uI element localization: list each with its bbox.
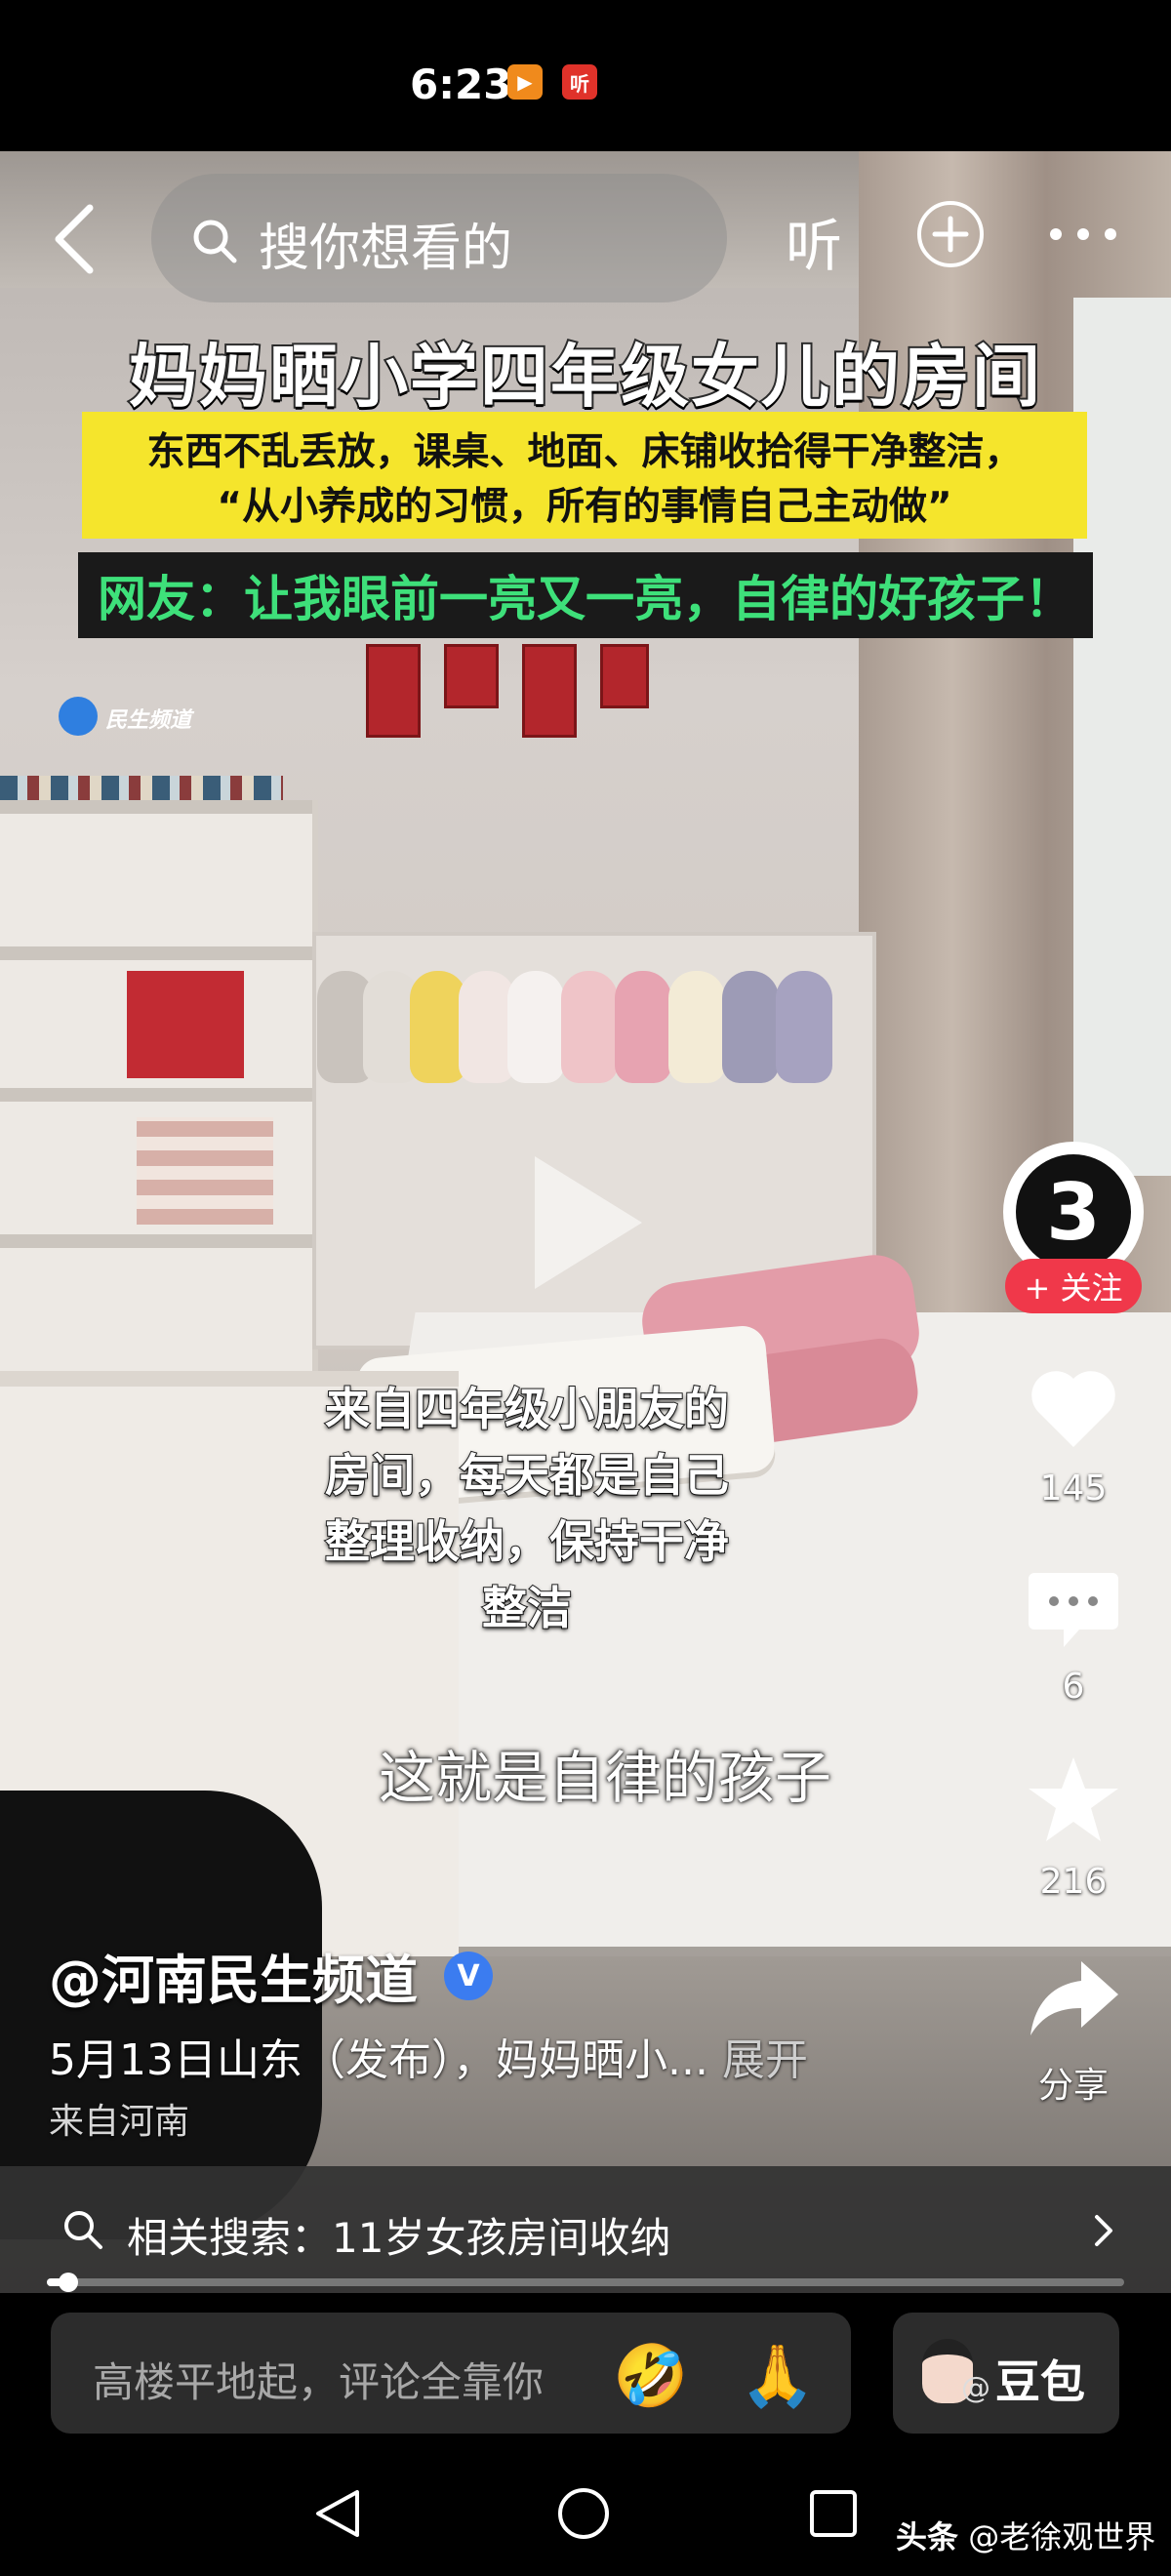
watermark: 头条 @老徐观世界 — [896, 2513, 1155, 2557]
wall-poster — [522, 644, 577, 738]
caption-line: 房间，每天都是自己 — [324, 1448, 730, 1503]
plush-toy — [722, 971, 779, 1083]
video-caption: 来自四年级小朋友的 房间，每天都是自己 整理收纳，保持干净 整洁 — [254, 1376, 800, 1641]
listen-button[interactable]: 听 — [786, 200, 842, 282]
progress-thumb[interactable] — [59, 2273, 79, 2292]
channel-logo-text: 民生频道 — [105, 708, 192, 733]
search-icon — [190, 217, 239, 269]
window — [1073, 298, 1171, 1176]
follow-button[interactable]: + 关注 — [1005, 1259, 1142, 1313]
shelf-board — [0, 1234, 312, 1248]
video-subtitle: 这就是自律的孩子 — [378, 1745, 831, 1811]
nav-back-button[interactable] — [310, 2486, 365, 2545]
video-app-icon: ▶ — [507, 64, 543, 100]
star-icon — [1029, 1757, 1118, 1841]
author-name[interactable]: @河南民生频道 — [49, 1937, 418, 2014]
progress-track[interactable] — [47, 2278, 1124, 2286]
plush-toy — [615, 971, 671, 1083]
related-search-text: 相关搜索：11岁女孩房间收纳 — [127, 2214, 671, 2262]
video-description[interactable]: 5月13日山东（发布），妈妈晒小... 展开 — [49, 2025, 808, 2087]
nav-recents-button[interactable] — [808, 2488, 859, 2543]
shelf-board — [0, 800, 312, 814]
chevron-left-icon — [55, 204, 94, 274]
watermark-account: @老徐观世界 — [968, 2518, 1156, 2556]
like-count: 145 — [1039, 1469, 1108, 1509]
subtitle-line: 东西不乱丢放，课桌、地面、床铺收拾得干净整洁， — [146, 430, 1023, 474]
search-placeholder: 搜你想看的 — [259, 220, 513, 278]
subtitle-line: “从小养成的习惯，所有的事情自己主动做” — [217, 485, 952, 529]
comment-count: 6 — [1062, 1667, 1085, 1707]
wall-poster — [444, 644, 499, 708]
chevron-right-icon — [1089, 2211, 1118, 2254]
doubao-label: 豆包 — [995, 2355, 1085, 2408]
triangle-back-icon — [316, 2490, 359, 2537]
channel-logo-icon — [59, 697, 98, 736]
shelf-board — [0, 946, 312, 960]
shelf-board — [0, 1088, 312, 1102]
pray-emoji-icon[interactable]: 🙏 — [740, 2340, 815, 2412]
comment-bubble-icon — [1029, 1573, 1118, 1647]
share-arrow-icon — [1030, 1961, 1118, 2035]
play-icon[interactable] — [535, 1156, 642, 1289]
comment-placeholder: 高楼平地起，评论全靠你 — [93, 2358, 545, 2406]
location-label: 来自河南 — [49, 2102, 190, 2142]
circle-home-icon — [558, 2488, 609, 2539]
plush-toy — [776, 971, 832, 1083]
expand-button[interactable]: 展开 — [722, 2035, 808, 2085]
favorite-count: 216 — [1039, 1862, 1108, 1902]
plush-toy — [561, 971, 618, 1083]
laughing-emoji-icon[interactable]: 🤣 — [613, 2340, 688, 2412]
status-time: 6:23 — [410, 60, 512, 108]
more-dots-icon — [1050, 228, 1116, 240]
shelf-storage — [137, 1117, 273, 1225]
wall-poster — [600, 644, 649, 708]
caption-line: 来自四年级小朋友的 — [324, 1382, 730, 1436]
plush-toy — [507, 971, 564, 1083]
search-icon — [61, 2207, 105, 2256]
favorite-button[interactable] — [1025, 1751, 1122, 1849]
wall-poster — [366, 644, 421, 738]
comment-button[interactable] — [1025, 1561, 1122, 1659]
like-button[interactable] — [1025, 1361, 1122, 1459]
plus-icon — [932, 216, 969, 253]
back-button[interactable] — [49, 200, 107, 278]
doubao-at-sign: @ — [961, 2371, 990, 2405]
description-text: 5月13日山东（发布），妈妈晒小... — [49, 2035, 708, 2085]
plush-toy — [668, 971, 725, 1083]
avatar-logo: 3 — [1016, 1154, 1131, 1269]
red-box — [127, 971, 244, 1078]
caption-line: 整洁 — [481, 1581, 573, 1635]
share-label: 分享 — [1037, 2066, 1109, 2106]
add-button[interactable] — [917, 201, 984, 267]
heart-icon — [1031, 1371, 1115, 1447]
share-button[interactable] — [1025, 1952, 1122, 2049]
caption-line: 整理收纳，保持干净 — [324, 1514, 730, 1569]
nav-home-button[interactable] — [556, 2486, 611, 2545]
video-title-banner: 妈妈晒小学四年级女儿的房间 — [127, 335, 1042, 419]
square-recents-icon — [810, 2490, 857, 2537]
listen-app-icon: 听 — [562, 64, 597, 100]
verified-badge-icon: V — [444, 1952, 493, 2000]
watermark-brand: 头条 — [896, 2518, 959, 2556]
netizen-comment-banner: 网友：让我眼前一亮又一亮，自律的好孩子！ — [98, 571, 1073, 627]
more-button[interactable] — [1044, 224, 1122, 244]
